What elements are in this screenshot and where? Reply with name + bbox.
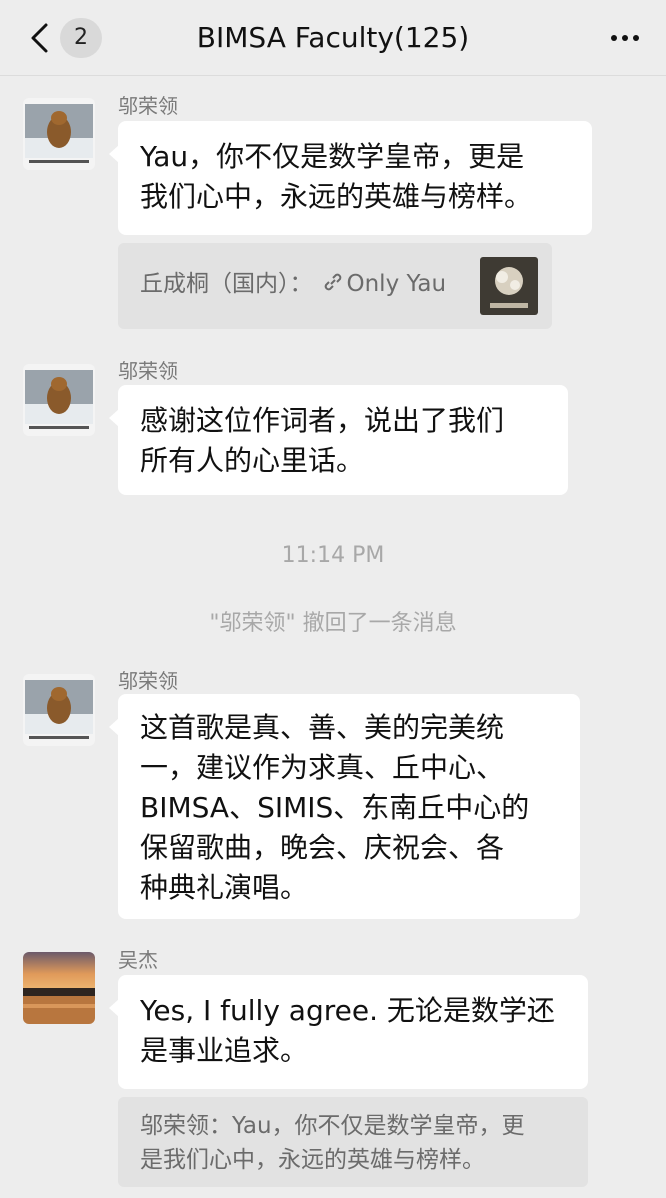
message-line: 是事业追求。 (140, 1034, 309, 1067)
avatar[interactable] (23, 674, 95, 746)
quoted-message[interactable]: 邬荣领：Yau，你不仅是数学皇帝，更 是我们心中，永远的英雄与榜样。 (118, 1097, 588, 1187)
link-thumbnail (480, 257, 538, 315)
quote-author: 丘成桐（国内）： (140, 271, 313, 297)
sender-name: 吴杰 (118, 948, 158, 972)
message-line: Yau，你不仅是数学皇帝，更是 (140, 140, 525, 173)
more-dots-icon (622, 35, 628, 41)
more-dots-icon (633, 35, 639, 41)
unread-count-badge: 2 (60, 18, 102, 58)
message-line: 感谢这位作词者，说出了我们 (140, 404, 505, 437)
message-line: 种典礼演唱。 (140, 871, 309, 904)
chat-header: 2 BIMSA Faculty(125) (0, 0, 666, 76)
chevron-left-icon (31, 23, 48, 53)
sender-name: 邬荣领 (118, 669, 178, 693)
message-line: 保留歌曲，晚会、庆祝会、各 (140, 831, 505, 864)
sender-name: 邬荣领 (118, 359, 178, 383)
time-stamp: 11:14 PM (281, 543, 385, 568)
recall-notice: "邬荣领" 撤回了一条消息 (209, 611, 457, 636)
message-bubble[interactable]: Yes, I fully agree. 无论是数学还 是事业追求。 (109, 975, 588, 1089)
message-line: 这首歌是真、善、美的完美统 (140, 711, 505, 744)
message-bubble[interactable]: 这首歌是真、善、美的完美统 一，建议作为求真、丘中心、 BIMSA、SIMIS、… (109, 694, 580, 919)
message-line: Yes, I fully agree. 无论是数学还 (140, 994, 555, 1027)
shared-link-title: Only Yau (346, 271, 447, 297)
avatar[interactable] (23, 364, 95, 436)
message-bubble[interactable]: 感谢这位作词者，说出了我们 所有人的心里话。 (109, 385, 568, 495)
avatar[interactable] (23, 952, 95, 1024)
quoted-message[interactable]: 丘成桐（国内）： Only Yau (118, 243, 552, 329)
more-dots-icon (611, 35, 617, 41)
message-line: 我们心中，永远的英雄与榜样。 (140, 180, 533, 213)
message-line: BIMSA、SIMIS、东南丘中心的 (140, 791, 530, 824)
more-button[interactable] (600, 18, 650, 58)
message-line: 一，建议作为求真、丘中心、 (140, 751, 505, 784)
avatar[interactable] (23, 98, 95, 170)
link-icon (324, 273, 341, 291)
quote-line: 邬荣领：Yau，你不仅是数学皇帝，更 (140, 1113, 525, 1139)
quote-line: 是我们心中，永远的英雄与榜样。 (140, 1147, 485, 1173)
sender-name: 邬荣领 (118, 94, 178, 118)
message-line: 所有人的心里话。 (140, 444, 365, 477)
message-bubble[interactable]: Yau，你不仅是数学皇帝，更是 我们心中，永远的英雄与榜样。 (109, 121, 592, 235)
back-button[interactable]: 2 (22, 16, 112, 60)
